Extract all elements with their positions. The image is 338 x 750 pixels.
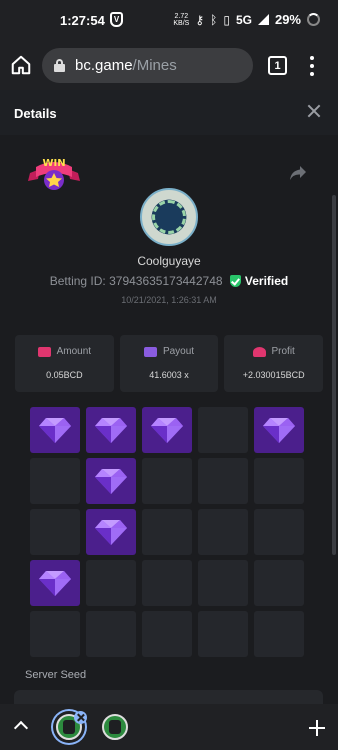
gem-icon	[39, 418, 71, 443]
empty-tile	[254, 611, 304, 657]
verified-label[interactable]: Verified	[245, 274, 288, 288]
bet-timestamp: 10/21/2021, 1:26:31 AM	[121, 295, 217, 305]
empty-tile	[142, 458, 192, 504]
signal-icon	[257, 14, 269, 25]
empty-tile	[254, 560, 304, 606]
home-icon[interactable]	[10, 54, 32, 76]
stat-label: Amount	[56, 346, 92, 357]
bet-details-card: WIN Coolguyaye Betting ID: 3794363517344…	[0, 135, 338, 704]
chevron-up-icon[interactable]	[13, 720, 29, 736]
browser-toolbar: bc.game/Mines 1	[0, 42, 338, 90]
gem-icon	[95, 469, 127, 494]
gem-icon	[263, 418, 295, 443]
status-indicators: 2.72 KB/S ⚷ ᛒ ▯ 5G 29%	[173, 12, 320, 27]
verified-shield-icon	[229, 275, 241, 287]
url-path: /Mines	[132, 57, 177, 74]
amount-icon	[37, 346, 51, 357]
gem-icon	[95, 520, 127, 545]
close-tab-icon[interactable]	[74, 711, 87, 724]
server-seed-label: Server Seed	[25, 669, 87, 681]
tab-thumbnail[interactable]	[102, 714, 128, 740]
empty-tile	[142, 509, 192, 555]
empty-tile	[198, 407, 248, 453]
empty-tile	[142, 560, 192, 606]
stat-value: 41.6003 x	[149, 370, 189, 380]
empty-tile	[86, 560, 136, 606]
gem-tile	[30, 407, 80, 453]
share-icon[interactable]	[289, 165, 307, 181]
more-menu-icon[interactable]	[309, 56, 315, 76]
stat-label: Profit	[271, 346, 295, 357]
gem-icon	[39, 571, 71, 596]
empty-tile	[198, 611, 248, 657]
address-bar[interactable]: bc.game/Mines	[42, 48, 253, 83]
gem-tile	[30, 560, 80, 606]
profit-icon	[252, 346, 266, 357]
gem-icon	[95, 418, 127, 443]
lock-icon	[54, 59, 65, 72]
betting-id-line: Betting ID: 37943635173442748 Verified	[0, 274, 338, 288]
win-badge-icon: WIN	[28, 158, 80, 190]
stat-payout: Payout 41.6003 x	[119, 335, 219, 392]
svg-text:WIN: WIN	[42, 158, 65, 169]
stat-profit: Profit +2.030015BCD	[224, 335, 324, 392]
empty-tile	[30, 509, 80, 555]
url-text: bc.game/Mines	[75, 57, 177, 74]
gem-tile	[86, 458, 136, 504]
empty-tile	[30, 611, 80, 657]
stat-value: +2.030015BCD	[242, 370, 305, 380]
empty-tile	[198, 560, 248, 606]
close-icon[interactable]	[307, 104, 321, 118]
network-speed: 2.72 KB/S	[173, 13, 189, 27]
server-seed-box[interactable]	[14, 690, 323, 704]
status-time: 1:27:54	[60, 13, 105, 28]
gem-icon	[151, 418, 183, 443]
empty-tile	[30, 458, 80, 504]
scrollbar[interactable]	[332, 195, 336, 555]
new-tab-icon[interactable]	[309, 720, 325, 736]
gem-tile	[86, 407, 136, 453]
empty-tile	[254, 509, 304, 555]
gem-tile	[142, 407, 192, 453]
battery-icon	[307, 13, 320, 26]
empty-tile	[198, 509, 248, 555]
empty-tile	[254, 458, 304, 504]
betting-id: 37943635173442748	[109, 274, 223, 288]
key-icon: ⚷	[195, 12, 205, 27]
stat-value: 0.05BCD	[46, 370, 83, 380]
network-speed-value: 2.72	[174, 12, 189, 20]
vpn-icon: V	[110, 12, 123, 27]
details-title: Details	[14, 106, 57, 121]
tab-switcher-button[interactable]: 1	[268, 56, 287, 75]
betting-id-label: Betting ID:	[49, 274, 106, 288]
url-host: bc.game	[75, 57, 133, 74]
details-header: Details	[0, 90, 338, 135]
network-type: 5G	[235, 12, 252, 27]
bet-stats: Amount 0.05BCD Payout 41.6003 x Profit +…	[15, 335, 324, 392]
empty-tile	[198, 458, 248, 504]
vibrate-icon: ▯	[223, 12, 230, 27]
payout-icon	[143, 346, 157, 357]
tab-strip	[0, 704, 338, 750]
network-speed-unit: KB/S	[173, 19, 190, 27]
gem-tile	[254, 407, 304, 453]
page-content: Details WIN Coolguyaye Betting ID: 37943…	[0, 90, 338, 704]
empty-tile	[86, 611, 136, 657]
bluetooth-icon: ᛒ	[210, 12, 218, 27]
empty-tile	[142, 611, 192, 657]
avatar	[140, 188, 198, 246]
battery-percent: 29%	[274, 12, 301, 27]
status-bar: 1:27:54 V 2.72 KB/S ⚷ ᛒ ▯ 5G 29%	[0, 0, 338, 42]
gem-tile	[86, 509, 136, 555]
stat-label: Payout	[162, 346, 195, 357]
username: Coolguyaye	[137, 254, 201, 268]
stat-amount: Amount 0.05BCD	[15, 335, 114, 392]
